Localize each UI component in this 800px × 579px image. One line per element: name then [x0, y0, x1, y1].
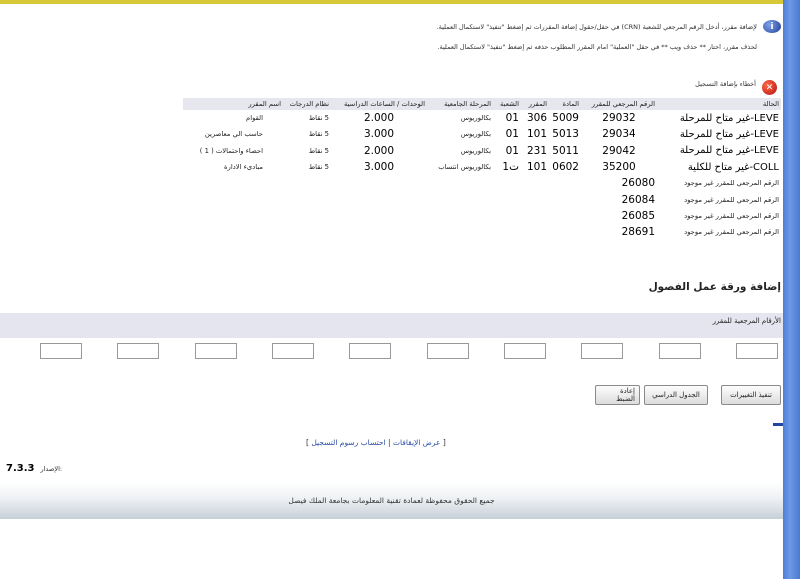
table-row: LEVE-غير متاح للمرحلة 29042 5011 231 01 … [183, 143, 781, 159]
crn-cell: 29034 [602, 128, 636, 141]
add-instruction: i لإضافة مقرر، أدخل الرقم المرجعي للشعبة… [437, 20, 781, 33]
version-number: 7.3.3 [6, 463, 35, 474]
units-cell: 2.000 [363, 144, 395, 157]
missing-status-cell: الرقم المرجعي للمقرر غير موجود [684, 179, 779, 188]
missing-status-cell: الرقم المرجعي للمقرر غير موجود [684, 195, 779, 204]
crn-input-6[interactable] [349, 343, 391, 359]
header-grade-mode: نظام الدرجات [283, 98, 331, 110]
drop-instruction-text: لحذف مقرر، اختار ** حذف ويب ** في حقل "ا… [437, 43, 757, 51]
units-cell: 2.000 [363, 112, 395, 125]
table-row: LEVE-غير متاح للمرحلة 29034 5013 101 01 … [183, 126, 781, 142]
page-footer: جميع الحقوق محفوظة لعمادة تقنية المعلوما… [0, 482, 783, 519]
section-cell: 01 [505, 112, 519, 125]
header-subject: المادة [549, 98, 581, 110]
title-cell: القوام [245, 114, 263, 123]
crn-input-1[interactable] [736, 343, 778, 359]
table-header-row: الحالة الرقم المرجعي للمقرر المادة المقر… [183, 98, 781, 110]
level-cell: بكالوريوس انتساب [438, 163, 491, 172]
add-instruction-text: لإضافة مقرر، أدخل الرقم المرجعي للشعبة (… [436, 22, 757, 31]
crn-input-7[interactable] [272, 343, 314, 359]
copyright-text: جميع الحقوق محفوظة لعمادة تقنية المعلوما… [288, 496, 495, 505]
header-crn: الرقم المرجعي للمقرر [581, 98, 657, 110]
crn-cell: 26084 [621, 193, 655, 206]
section-cell: ت1 [502, 161, 519, 174]
worksheet-title: إضافة ورقة عمل الفصول [648, 281, 781, 293]
course-cell: 231 [526, 144, 547, 157]
crn-cell: 29042 [602, 144, 636, 157]
crn-cell: 26080 [621, 177, 655, 190]
header-level: المرحلة الجامعية [427, 98, 493, 110]
header-status: الحالة [657, 98, 781, 110]
registration-page: i لإضافة مقرر، أدخل الرقم المرجعي للشعبة… [0, 0, 783, 579]
crn-input-8[interactable] [195, 343, 237, 359]
grade-mode-cell: 5 نقاط [308, 163, 329, 172]
version-label: الإصدار: [40, 465, 63, 473]
status-cell: LEVE-غير متاح للمرحلة [679, 128, 779, 140]
title-cell: احصاء واحتمالات ( 1 ) [199, 146, 263, 155]
table-row: الرقم المرجعي للمقرر غير موجود 28691 [183, 224, 781, 240]
table-row: LEVE-غير متاح للمرحلة 29032 5009 306 01 … [183, 110, 781, 126]
class-schedule-button[interactable]: الجدول الدراسي [644, 385, 708, 405]
status-cell: LEVE-غير متاح للمرحلة [679, 145, 779, 157]
crn-cell: 26085 [621, 209, 655, 222]
table-row: الرقم المرجعي للمقرر غير موجود 26085 [183, 208, 781, 224]
footer-links: [ عرض الإيقافات | احتساب رسوم التسجيل ] [306, 438, 446, 447]
subject-cell: 5011 [552, 144, 579, 157]
crn-input-9[interactable] [117, 343, 159, 359]
crn-input-5[interactable] [427, 343, 469, 359]
crn-label-band: الأرقام المرجعية للمقرر [0, 313, 783, 338]
errors-heading: ✕ أخطاء بإضافة التسجيل [695, 72, 777, 95]
table-row: الرقم المرجعي للمقرر غير موجود 26080 [183, 175, 781, 191]
subject-cell: 5013 [552, 128, 579, 141]
subject-cell: 5009 [552, 112, 579, 125]
title-cell: مبادىء الادارة [224, 163, 263, 172]
crn-input-2[interactable] [659, 343, 701, 359]
title-cell: حاسب الي معاصرين [204, 130, 263, 139]
table-row: COLL-غير متاح للكلية 35200 0602 101 ت1 ب… [183, 159, 781, 175]
crn-cell: 35200 [602, 161, 636, 174]
missing-status-cell: الرقم المرجعي للمقرر غير موجود [684, 228, 779, 237]
crn-label: الأرقام المرجعية للمقرر [712, 317, 781, 325]
crn-cell: 29032 [602, 112, 636, 125]
drop-instruction: لحذف مقرر، اختار ** حذف ويب ** في حقل "ا… [437, 43, 757, 51]
course-cell: 101 [526, 161, 547, 174]
grade-mode-cell: 5 نقاط [308, 114, 329, 123]
level-cell: بكالوريوس [460, 130, 491, 139]
subject-cell: 0602 [552, 161, 579, 174]
crn-input-10[interactable] [40, 343, 82, 359]
crn-input-3[interactable] [581, 343, 623, 359]
registration-fees-link[interactable]: احتساب رسوم التسجيل [311, 438, 385, 447]
course-cell: 101 [526, 128, 547, 141]
header-title: اسم المقرر [183, 98, 283, 110]
view-holds-link[interactable]: عرض الإيقافات [393, 438, 441, 447]
level-cell: بكالوريوس [460, 146, 491, 155]
errors-title: أخطاء بإضافة التسجيل [695, 79, 756, 88]
section-cell: 01 [505, 128, 519, 141]
error-icon: ✕ [762, 80, 777, 95]
release-version: 7.3.3 الإصدار: [6, 463, 62, 474]
status-cell: LEVE-غير متاح للمرحلة [679, 112, 779, 124]
missing-status-cell: الرقم المرجعي للمقرر غير موجود [684, 211, 779, 220]
crn-input-4[interactable] [504, 343, 546, 359]
window-scroll-rail[interactable] [783, 0, 800, 579]
level-cell: بكالوريوس [460, 114, 491, 123]
course-cell: 306 [526, 112, 547, 125]
header-units: الوحدات / الساعات الدراسية [331, 98, 427, 110]
table-row: الرقم المرجعي للمقرر غير موجود 26084 [183, 191, 781, 207]
status-cell: COLL-غير متاح للكلية [687, 161, 779, 173]
submit-changes-button[interactable]: تنفيذ التغييرات [721, 385, 781, 405]
header-course: المقرر [521, 98, 549, 110]
units-cell: 3.000 [363, 161, 395, 174]
reset-button[interactable]: إعادة الضبط [595, 385, 640, 405]
grade-mode-cell: 5 نقاط [308, 146, 329, 155]
grade-mode-cell: 5 نقاط [308, 130, 329, 139]
section-divider-mark [773, 423, 783, 426]
registration-errors-table: الحالة الرقم المرجعي للمقرر المادة المقر… [183, 98, 781, 240]
units-cell: 3.000 [363, 128, 395, 141]
crn-cell: 28691 [621, 226, 655, 239]
header-section: الشعبة [493, 98, 521, 110]
section-cell: 01 [505, 144, 519, 157]
info-icon: i [763, 20, 781, 33]
